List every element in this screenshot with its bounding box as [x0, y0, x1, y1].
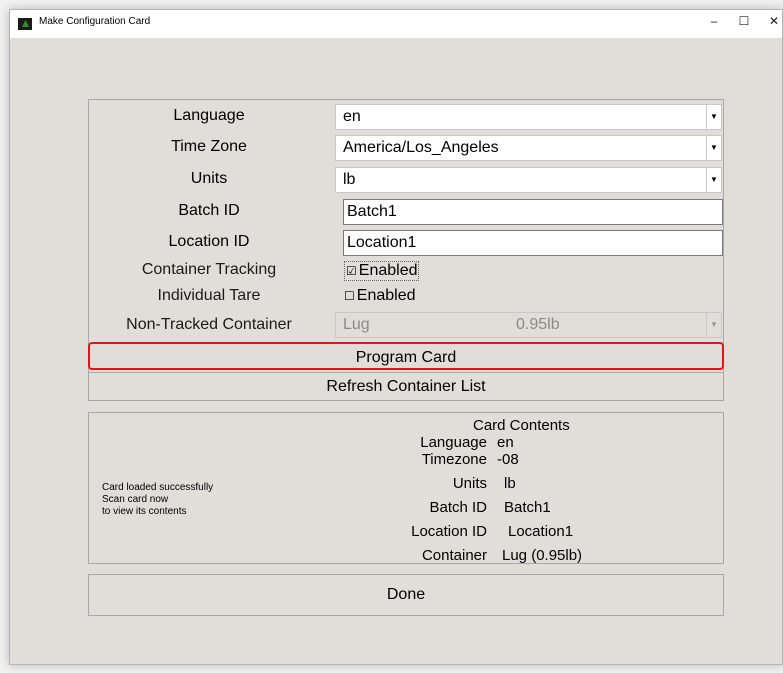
card-value: Lug (0.95lb) — [502, 547, 583, 564]
card-contents-panel: Card loaded successfully Scan card now t… — [88, 412, 724, 564]
batch-id-value: Batch1 — [347, 203, 397, 220]
container-tracking-option: Enabled — [358, 262, 418, 279]
app-icon — [18, 18, 32, 30]
card-key: Language — [420, 434, 487, 451]
title-bar: Make Configuration Card – ☐ ✕ — [10, 10, 782, 38]
program-card-button[interactable]: Program Card — [88, 342, 724, 370]
card-value: Batch1 — [504, 499, 551, 516]
non-tracked-label: Non-Tracked Container — [126, 316, 292, 333]
language-value: en — [343, 108, 361, 125]
close-button[interactable]: ✕ — [764, 14, 783, 28]
dropdown-arrow-icon: ▼ — [706, 313, 721, 337]
location-id-input[interactable]: Location1 — [343, 230, 723, 256]
location-id-value: Location1 — [347, 234, 417, 251]
config-form: Language en ▼ Time Zone America/Los_Ange… — [88, 99, 724, 401]
card-value: en — [497, 434, 514, 451]
card-value: -08 — [497, 451, 519, 468]
units-label: Units — [190, 170, 228, 187]
non-tracked-row: Non-Tracked Container Lug 0.95lb ▼ — [89, 311, 723, 341]
dropdown-arrow-icon[interactable]: ▼ — [706, 136, 721, 160]
non-tracked-select: Lug 0.95lb ▼ — [335, 312, 722, 338]
app-window: Make Configuration Card – ☐ ✕ Language e… — [9, 9, 783, 665]
timezone-label: Time Zone — [171, 138, 247, 155]
card-key: Location ID — [411, 523, 487, 540]
card-key: Units — [452, 475, 487, 492]
status-line: to view its contents — [102, 506, 187, 517]
language-label: Language — [173, 107, 245, 124]
card-value: lb — [504, 475, 516, 492]
status-line: Scan card now — [102, 494, 169, 505]
individual-tare-option: Enabled — [356, 287, 416, 304]
card-key: Batch ID — [429, 499, 487, 516]
individual-tare-row: Individual Tare ☐ Enabled — [89, 283, 723, 313]
card-value: Location1 — [508, 523, 574, 540]
individual-tare-label: Individual Tare — [157, 287, 261, 304]
location-label: Location ID — [168, 233, 250, 250]
status-line: Card loaded successfully — [102, 482, 214, 493]
units-select[interactable]: lb ▼ — [335, 167, 722, 193]
refresh-container-list-button[interactable]: Refresh Container List — [89, 372, 723, 400]
location-row: Location ID Location1 — [89, 228, 723, 258]
language-row: Language en ▼ — [89, 102, 723, 132]
dropdown-arrow-icon[interactable]: ▼ — [706, 168, 721, 192]
batch-row: Batch ID Batch1 — [89, 198, 723, 228]
batch-label: Batch ID — [178, 202, 240, 219]
window-title: Make Configuration Card — [39, 16, 151, 27]
individual-tare-checkbox[interactable]: ☐ Enabled — [344, 287, 415, 305]
maximize-button[interactable]: ☐ — [734, 14, 754, 28]
card-key: Container — [421, 547, 487, 564]
done-button[interactable]: Done — [88, 574, 724, 616]
minimize-button[interactable]: – — [704, 14, 724, 28]
timezone-value: America/Los_Angeles — [343, 139, 499, 156]
units-value: lb — [343, 171, 356, 188]
batch-id-input[interactable]: Batch1 — [343, 199, 723, 225]
non-tracked-name: Lug — [343, 316, 370, 333]
units-row: Units lb ▼ — [89, 166, 723, 196]
card-contents-title: Card Contents — [473, 417, 570, 434]
container-tracking-checkbox[interactable]: ☑ Enabled — [344, 261, 420, 281]
timezone-select[interactable]: America/Los_Angeles ▼ — [335, 135, 722, 161]
container-tracking-label: Container Tracking — [141, 261, 277, 278]
status-message: Card loaded successfully Scan card now t… — [102, 482, 213, 518]
non-tracked-weight: 0.95lb — [516, 316, 560, 333]
content-area: Language en ▼ Time Zone America/Los_Ange… — [10, 38, 782, 664]
checkbox-checked-icon: ☑ — [346, 264, 357, 278]
timezone-row: Time Zone America/Los_Angeles ▼ — [89, 134, 723, 164]
card-key: Timezone — [421, 451, 487, 468]
checkbox-unchecked-icon: ☐ — [344, 289, 355, 303]
language-select[interactable]: en ▼ — [335, 104, 722, 130]
dropdown-arrow-icon[interactable]: ▼ — [706, 105, 721, 129]
